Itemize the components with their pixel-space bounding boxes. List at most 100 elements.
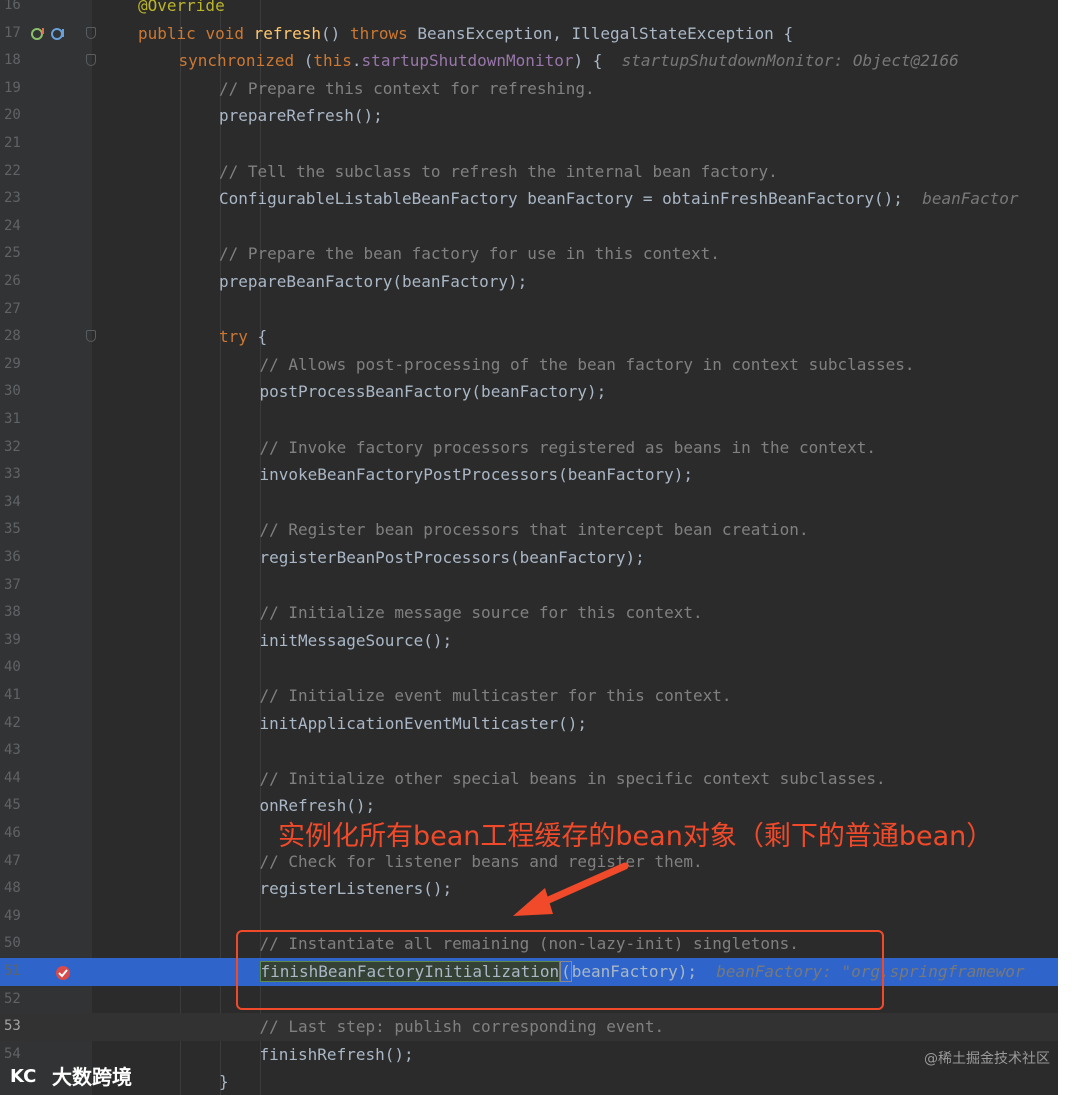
line-number[interactable]: 41 (0, 682, 28, 710)
code-token: synchronized (178, 51, 304, 71)
line-number[interactable]: 39 (0, 627, 28, 655)
inline-debug-hint: startupShutdownMonitor: Object@2166 (621, 51, 959, 71)
code-line[interactable]: 43 (0, 737, 1058, 765)
line-number[interactable]: 19 (0, 75, 28, 103)
fold-marker-icon[interactable] (86, 26, 96, 39)
code-token: try (219, 327, 258, 347)
line-number[interactable]: 48 (0, 875, 28, 903)
line-number[interactable]: 20 (0, 102, 28, 130)
code-line[interactable]: 27 (0, 296, 1058, 324)
code-token: ( (303, 51, 314, 71)
line-number[interactable]: 40 (0, 654, 28, 682)
line-number[interactable]: 24 (0, 213, 28, 241)
code-line[interactable]: 25 // Prepare the bean factory for use in… (0, 240, 1058, 268)
line-number[interactable]: 45 (0, 792, 28, 820)
line-number[interactable]: 35 (0, 516, 28, 544)
line-number[interactable]: 18 (0, 47, 28, 75)
code-line[interactable]: 17 public void refresh() throws BeansExce… (0, 20, 1058, 48)
breakpoint-icon[interactable] (54, 962, 72, 980)
line-number[interactable]: 46 (0, 820, 28, 848)
code-token: refresh (253, 23, 322, 43)
code-line[interactable]: 23 ConfigurableListableBeanFactory beanFa… (0, 185, 1058, 213)
line-number[interactable]: 43 (0, 737, 28, 765)
fold-marker-icon[interactable] (86, 330, 96, 343)
line-number[interactable]: 50 (0, 930, 28, 958)
line-number[interactable]: 32 (0, 434, 28, 462)
line-number[interactable]: 21 (0, 130, 28, 158)
code-text: try { (219, 323, 267, 351)
line-number[interactable]: 29 (0, 351, 28, 379)
code-token: // Last step: publish corresponding even… (259, 1017, 665, 1037)
line-number[interactable]: 47 (0, 848, 28, 876)
code-line[interactable]: 31 (0, 406, 1058, 434)
line-number[interactable]: 16 (0, 0, 28, 20)
code-text: // Initialize event multicaster for this… (260, 682, 732, 710)
code-line[interactable]: 21 (0, 130, 1058, 158)
line-number[interactable]: 42 (0, 710, 28, 738)
gutter-icons[interactable] (30, 25, 70, 43)
line-number[interactable]: 36 (0, 544, 28, 572)
code-token: startupShutdownMonitor (361, 51, 574, 71)
code-line[interactable]: 28 try { (0, 323, 1058, 351)
line-number[interactable]: 26 (0, 268, 28, 296)
annotation-arrow (513, 862, 629, 916)
line-number[interactable]: 25 (0, 240, 28, 268)
line-number[interactable]: 38 (0, 599, 28, 627)
line-number[interactable]: 17 (0, 20, 28, 48)
code-line[interactable]: 19 // Prepare this context for refreshing… (0, 75, 1058, 103)
code-text: registerBeanPostProcessors(beanFactory); (260, 544, 645, 572)
line-number[interactable]: 53 (0, 1013, 28, 1041)
code-line[interactable]: 29 // Allows post-processing of the bean … (0, 351, 1058, 379)
code-text: // Register bean processors that interce… (260, 516, 809, 544)
line-number[interactable]: 23 (0, 185, 28, 213)
code-line[interactable]: 41 // Initialize event multicaster for th… (0, 682, 1058, 710)
line-number[interactable]: 52 (0, 986, 28, 1014)
code-line[interactable]: 16 @Override (0, 0, 1058, 20)
line-number[interactable]: 27 (0, 296, 28, 324)
code-text: // Prepare this context for refreshing. (219, 75, 595, 103)
annotation-callout: 实例化所有bean工程缓存的bean对象（剩下的普通bean） (278, 821, 994, 852)
code-line[interactable]: 34 (0, 489, 1058, 517)
line-number[interactable]: 34 (0, 489, 28, 517)
code-token: { (257, 327, 268, 347)
line-number[interactable]: 51 (0, 958, 28, 986)
line-number[interactable]: 28 (0, 323, 28, 351)
code-line[interactable]: 54 finishRefresh(); (0, 1041, 1058, 1069)
code-token: prepareRefresh(); (219, 106, 383, 126)
code-text: synchronized (this.startupShutdownMonito… (179, 47, 959, 75)
line-number[interactable]: 44 (0, 765, 28, 793)
line-number[interactable]: 31 (0, 406, 28, 434)
code-token: registerListeners(); (259, 879, 453, 899)
code-line[interactable]: 18 synchronized (this.startupShutdownMoni… (0, 47, 1058, 75)
line-number[interactable]: 22 (0, 158, 28, 186)
code-line[interactable]: 53 // Last step: publish corresponding ev… (0, 1013, 1058, 1041)
code-token: initApplicationEventMulticaster(); (259, 713, 588, 733)
code-line[interactable]: 32 // Invoke factory processors registere… (0, 434, 1058, 462)
code-token: // Initialize message source for this co… (259, 603, 703, 623)
line-number[interactable]: 49 (0, 903, 28, 931)
code-text: initApplicationEventMulticaster(); (260, 710, 588, 738)
override-icon[interactable] (30, 25, 48, 43)
code-line[interactable]: 33 invokeBeanFactoryPostProcessors(beanFa… (0, 461, 1058, 489)
code-line[interactable]: 22 // Tell the subclass to refresh the in… (0, 158, 1058, 186)
code-line[interactable]: 35 // Register bean processors that inter… (0, 516, 1058, 544)
line-number[interactable]: 33 (0, 461, 28, 489)
code-line[interactable]: 26 prepareBeanFactory(beanFactory); (0, 268, 1058, 296)
code-line[interactable]: 39 initMessageSource(); (0, 627, 1058, 655)
code-line[interactable]: 38 // Initialize message source for this … (0, 599, 1058, 627)
code-line[interactable]: 24 (0, 213, 1058, 241)
fold-marker-icon[interactable] (86, 54, 96, 67)
code-line[interactable]: 20 prepareRefresh(); (0, 102, 1058, 130)
code-text: } (219, 1068, 229, 1095)
line-number[interactable]: 37 (0, 572, 28, 600)
code-line[interactable]: 44 // Initialize other special beans in s… (0, 765, 1058, 793)
line-number[interactable]: 30 (0, 378, 28, 406)
code-line[interactable]: 42 initApplicationEventMulticaster(); (0, 710, 1058, 738)
implemented-icon[interactable] (50, 25, 68, 43)
code-line[interactable]: 36 registerBeanPostProcessors(beanFactory… (0, 544, 1058, 572)
code-line[interactable]: 37 (0, 572, 1058, 600)
code-line[interactable]: } (0, 1068, 1058, 1095)
code-line[interactable]: 30 postProcessBeanFactory(beanFactory); (0, 378, 1058, 406)
code-token: BeansException, IllegalStateException { (417, 23, 794, 43)
code-line[interactable]: 40 (0, 654, 1058, 682)
